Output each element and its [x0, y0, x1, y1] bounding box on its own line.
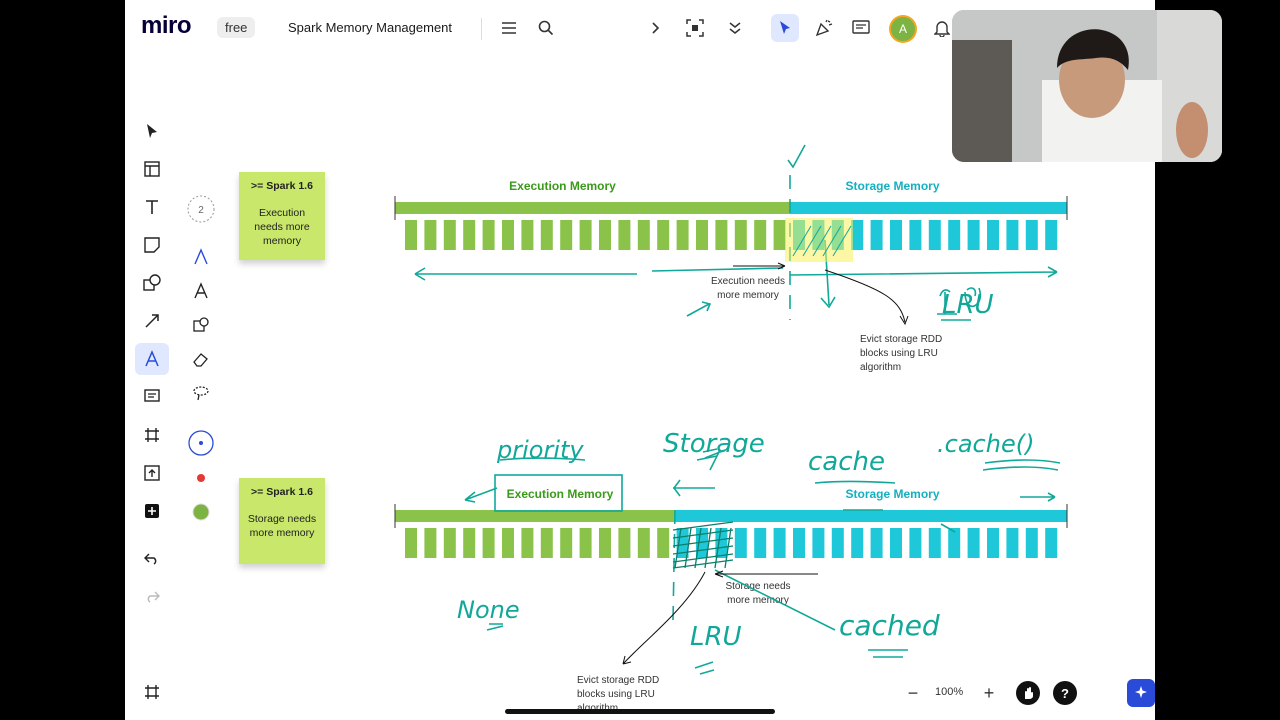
- memory-block: [754, 220, 767, 250]
- memory-block: [502, 220, 514, 250]
- memory-block: [424, 220, 437, 250]
- handwritten-cached: cached: [839, 609, 940, 642]
- memory-block: [405, 220, 417, 250]
- memory-block: [967, 528, 980, 558]
- memory-block: [540, 528, 553, 558]
- handwritten-cache: cache: [808, 447, 885, 477]
- memory-block: [521, 220, 534, 250]
- memory-block: [637, 220, 650, 250]
- storage-band: [675, 510, 1067, 522]
- memory-block: [676, 220, 689, 250]
- memory-block: [890, 220, 902, 250]
- ai-assist-icon[interactable]: [1127, 679, 1155, 707]
- memory-block: [967, 220, 980, 250]
- memory-block: [482, 528, 495, 558]
- memory-block: [987, 220, 999, 250]
- presenter-photo: [952, 10, 1222, 162]
- memory-block: [773, 220, 786, 250]
- webcam-overlay: [952, 10, 1222, 162]
- handwritten-priority: priority: [496, 436, 584, 464]
- memory-block: [579, 528, 592, 558]
- memory-block: [521, 528, 534, 558]
- memory-block: [405, 528, 417, 558]
- memory-block: [560, 220, 573, 250]
- handwritten-lru-top: LRU: [942, 290, 994, 320]
- handwritten-storage: Storage: [663, 429, 765, 459]
- memory-block: [1006, 528, 1019, 558]
- memory-block: [657, 528, 670, 558]
- memory-block: [890, 528, 902, 558]
- memory-block: [909, 528, 922, 558]
- memory-block: [1025, 528, 1038, 558]
- memory-block: [579, 220, 592, 250]
- memory-block: [657, 220, 670, 250]
- memory-block: [734, 220, 747, 250]
- storage-band: [790, 202, 1067, 214]
- memory-block: [948, 528, 961, 558]
- memory-block: [443, 528, 456, 558]
- memory-block: [424, 528, 437, 558]
- memory-block: [696, 220, 708, 250]
- memory-block: [987, 528, 999, 558]
- memory-block: [1006, 220, 1019, 250]
- memory-block: [482, 220, 495, 250]
- zoom-out-button[interactable]: −: [901, 681, 925, 705]
- zoom-level[interactable]: 100%: [935, 686, 963, 698]
- zoom-controls: − 100% + ?: [895, 676, 1155, 710]
- memory-block: [928, 528, 941, 558]
- hand-tool-icon[interactable]: [1016, 681, 1040, 705]
- memory-bar-top: [394, 196, 1068, 250]
- memory-block: [831, 528, 844, 558]
- memory-block: [463, 528, 476, 558]
- handwritten-lru-bottom: LRU: [690, 622, 742, 652]
- memory-block: [599, 528, 611, 558]
- memory-block: [540, 220, 553, 250]
- memory-block: [928, 220, 941, 250]
- home-indicator: [505, 709, 775, 714]
- memory-block: [870, 220, 883, 250]
- memory-block: [909, 220, 922, 250]
- memory-block: [812, 528, 825, 558]
- memory-block: [618, 528, 631, 558]
- memory-block: [637, 528, 650, 558]
- memory-block: [870, 528, 883, 558]
- bottom-annotations: [464, 448, 1061, 675]
- memory-block: [793, 528, 805, 558]
- memory-block: [773, 528, 786, 558]
- memory-block: [618, 220, 631, 250]
- memory-block: [948, 220, 961, 250]
- memory-block: [463, 220, 476, 250]
- memory-block: [715, 220, 728, 250]
- memory-block: [1025, 220, 1038, 250]
- memory-block: [560, 528, 573, 558]
- handwritten-cache-call: .cache(): [937, 430, 1034, 458]
- handwritten-none: None: [457, 596, 520, 624]
- zoom-in-button[interactable]: +: [977, 681, 1001, 705]
- execution-band: [395, 202, 790, 214]
- memory-block: [734, 528, 747, 558]
- memory-block: [851, 528, 864, 558]
- memory-block: [1045, 528, 1058, 558]
- memory-block: [754, 528, 767, 558]
- memory-block: [502, 528, 514, 558]
- memory-block: [599, 220, 611, 250]
- memory-block: [443, 220, 456, 250]
- help-button[interactable]: ?: [1053, 681, 1077, 705]
- memory-block: [1045, 220, 1058, 250]
